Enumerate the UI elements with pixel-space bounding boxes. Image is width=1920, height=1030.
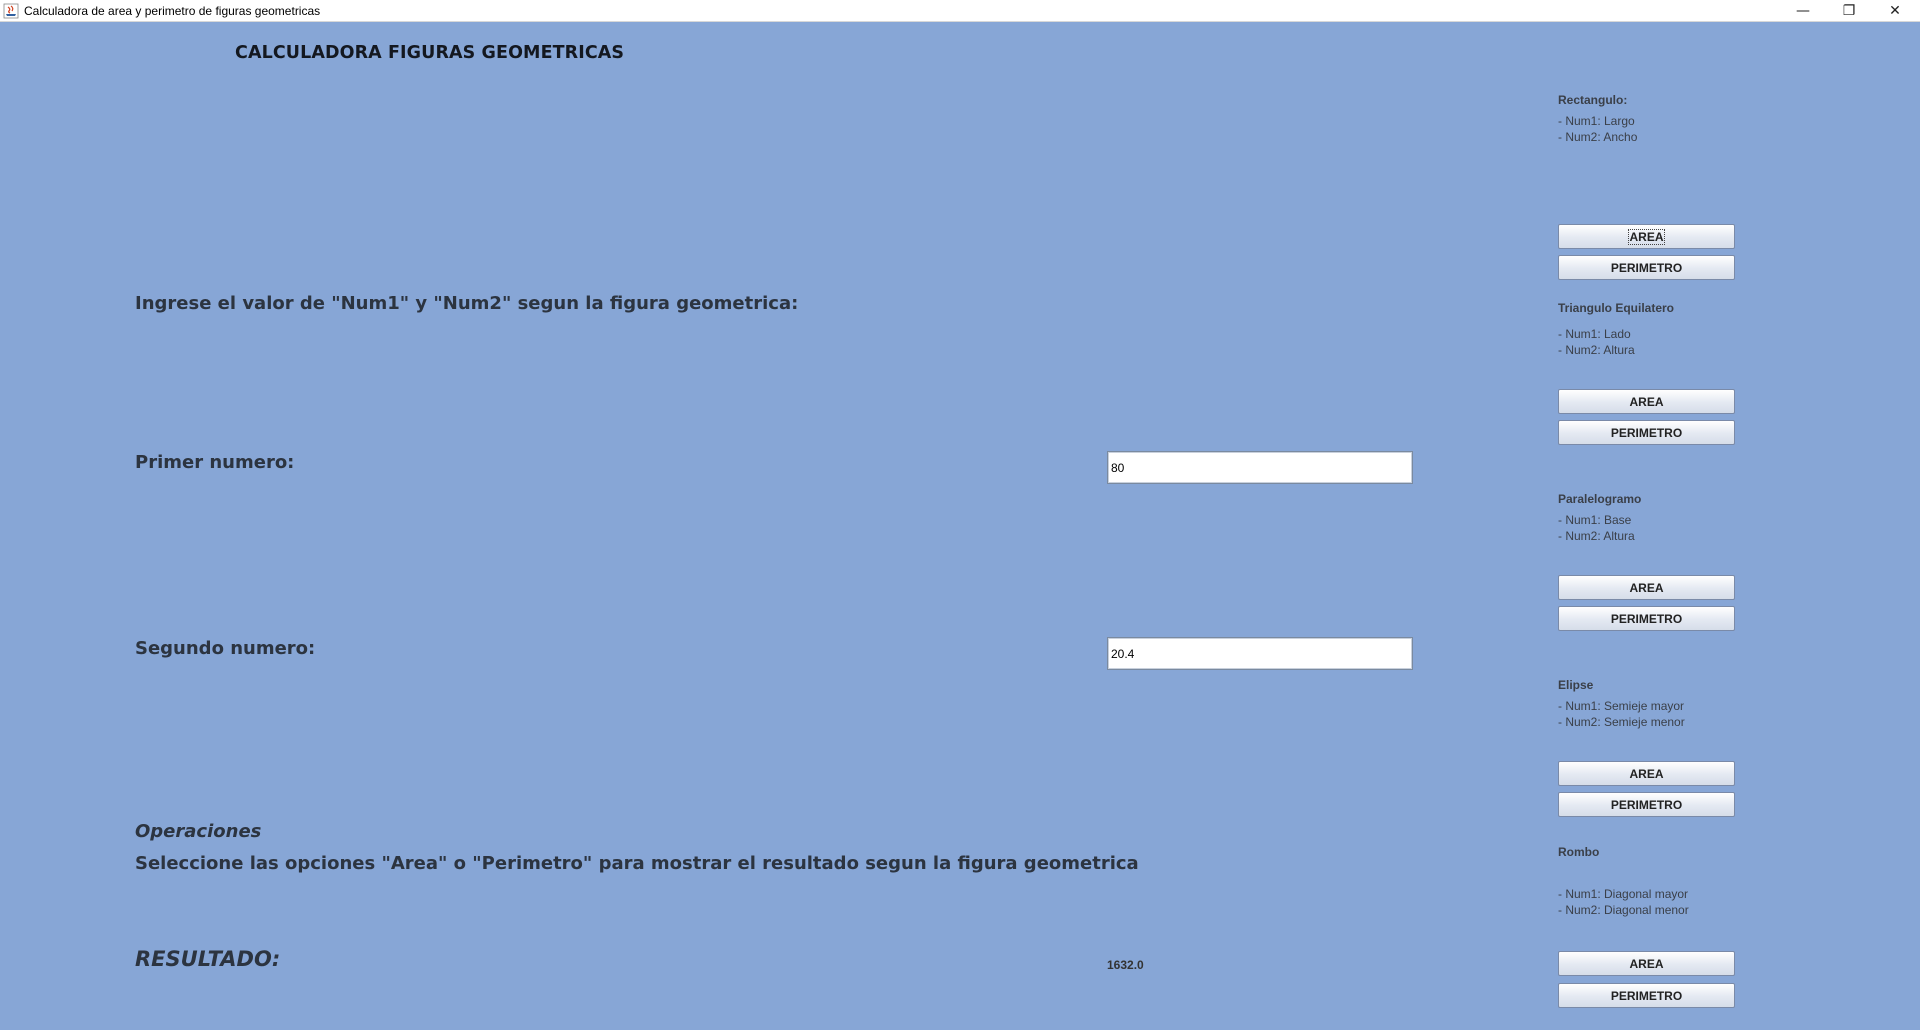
parallelogram-perimeter-button[interactable]: PERIMETRO bbox=[1558, 606, 1735, 631]
java-app-icon bbox=[3, 3, 19, 19]
first-number-input[interactable] bbox=[1107, 451, 1413, 484]
triangle-num1-hint: - Num1: Lado bbox=[1558, 327, 1631, 341]
ellipse-area-label: AREA bbox=[1629, 766, 1664, 781]
rectangle-area-label: AREA bbox=[1628, 228, 1665, 245]
second-number-label: Segundo numero: bbox=[135, 638, 316, 659]
minimize-button[interactable]: — bbox=[1780, 0, 1826, 22]
result-label: RESULTADO: bbox=[135, 947, 281, 971]
triangle-perimeter-label: PERIMETRO bbox=[1610, 425, 1683, 440]
triangle-area-label: AREA bbox=[1629, 394, 1664, 409]
parallelogram-num1-hint: - Num1: Base bbox=[1558, 513, 1632, 527]
close-button[interactable]: ✕ bbox=[1872, 0, 1918, 22]
parallelogram-perimeter-label: PERIMETRO bbox=[1610, 611, 1683, 626]
rectangle-area-button[interactable]: AREA bbox=[1558, 224, 1735, 249]
rectangle-num1-hint: - Num1: Largo bbox=[1558, 114, 1635, 128]
triangle-perimeter-button[interactable]: PERIMETRO bbox=[1558, 420, 1735, 445]
ellipse-num1-hint: - Num1: Semieje mayor bbox=[1558, 699, 1685, 713]
result-value: 1632.0 bbox=[1107, 958, 1144, 972]
first-number-label: Primer numero: bbox=[135, 452, 295, 473]
rectangle-num2-hint: - Num2: Ancho bbox=[1558, 130, 1638, 144]
restore-icon: ❐ bbox=[1842, 3, 1856, 19]
window-titlebar: Calculadora de area y perimetro de figur… bbox=[0, 0, 1920, 22]
parallelogram-area-button[interactable]: AREA bbox=[1558, 575, 1735, 600]
rectangle-title: Rectangulo: bbox=[1558, 93, 1628, 107]
rectangle-perimeter-button[interactable]: PERIMETRO bbox=[1558, 255, 1735, 280]
ellipse-area-button[interactable]: AREA bbox=[1558, 761, 1735, 786]
page-title: CALCULADORA FIGURAS GEOMETRICAS bbox=[235, 43, 625, 63]
rhombus-num1-hint: - Num1: Diagonal mayor bbox=[1558, 887, 1689, 901]
ellipse-title: Elipse bbox=[1558, 678, 1594, 692]
ellipse-num2-hint: - Num2: Semieje menor bbox=[1558, 715, 1685, 729]
close-icon: ✕ bbox=[1889, 3, 1901, 19]
triangle-title: Triangulo Equilatero bbox=[1558, 301, 1675, 315]
rhombus-perimeter-label: PERIMETRO bbox=[1610, 988, 1683, 1003]
operations-heading: Operaciones bbox=[135, 821, 262, 842]
instruction-label: Ingrese el valor de "Num1" y "Num2" segu… bbox=[135, 293, 799, 314]
rhombus-perimeter-button[interactable]: PERIMETRO bbox=[1558, 983, 1735, 1008]
rhombus-area-button[interactable]: AREA bbox=[1558, 951, 1735, 976]
rectangle-perimeter-label: PERIMETRO bbox=[1610, 260, 1683, 275]
rhombus-title: Rombo bbox=[1558, 845, 1600, 859]
operations-description: Seleccione las opciones "Area" o "Perime… bbox=[135, 853, 1139, 874]
parallelogram-num2-hint: - Num2: Altura bbox=[1558, 529, 1635, 543]
second-number-input[interactable] bbox=[1107, 637, 1413, 670]
rhombus-num2-hint: - Num2: Diagonal menor bbox=[1558, 903, 1689, 917]
minimize-icon: — bbox=[1796, 3, 1810, 19]
triangle-num2-hint: - Num2: Altura bbox=[1558, 343, 1635, 357]
maximize-button[interactable]: ❐ bbox=[1826, 0, 1872, 22]
ellipse-perimeter-button[interactable]: PERIMETRO bbox=[1558, 792, 1735, 817]
parallelogram-area-label: AREA bbox=[1629, 580, 1664, 595]
ellipse-perimeter-label: PERIMETRO bbox=[1610, 797, 1683, 812]
rhombus-area-label: AREA bbox=[1629, 956, 1664, 971]
triangle-area-button[interactable]: AREA bbox=[1558, 389, 1735, 414]
parallelogram-title: Paralelogramo bbox=[1558, 492, 1642, 506]
window-title: Calculadora de area y perimetro de figur… bbox=[24, 4, 321, 18]
